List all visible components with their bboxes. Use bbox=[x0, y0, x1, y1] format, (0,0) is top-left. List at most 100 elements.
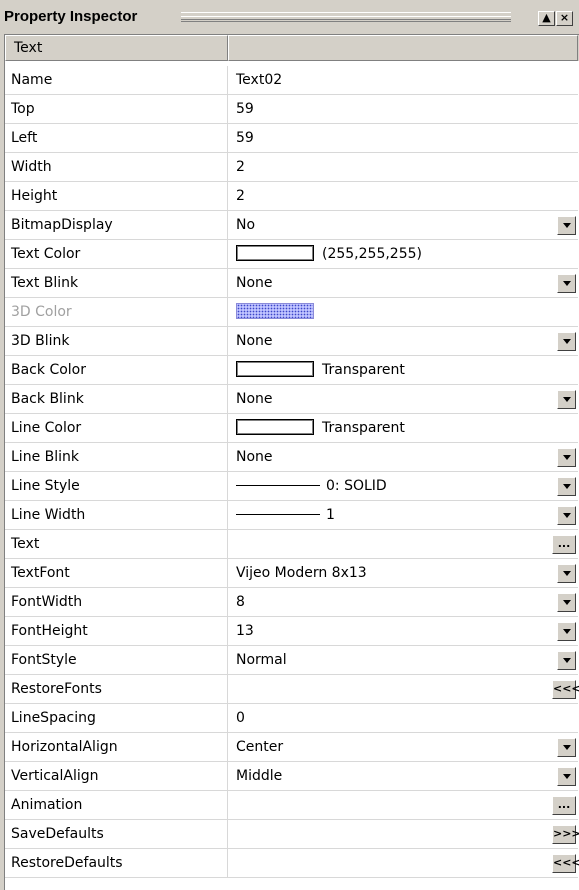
property-value-text: None bbox=[236, 391, 273, 407]
property-row[interactable]: Line Style 0: SOLID bbox=[5, 472, 578, 501]
property-row[interactable]: LineSpacing 0 bbox=[5, 704, 578, 733]
dropdown-arrow-icon[interactable] bbox=[557, 390, 576, 409]
color-swatch[interactable] bbox=[236, 419, 314, 435]
property-value[interactable]: 0: SOLID bbox=[228, 472, 578, 500]
property-row[interactable]: Name Text02 bbox=[5, 66, 578, 95]
property-row[interactable]: Line Width 1 bbox=[5, 501, 578, 530]
dropdown-arrow-icon[interactable] bbox=[557, 622, 576, 641]
dropdown-arrow-icon[interactable] bbox=[557, 477, 576, 496]
dropdown-arrow-icon[interactable] bbox=[557, 738, 576, 757]
property-name: VerticalAlign bbox=[5, 762, 228, 790]
property-value[interactable]: (255,255,255) bbox=[228, 240, 578, 268]
property-row[interactable]: Left 59 bbox=[5, 124, 578, 153]
action-button[interactable]: <<< bbox=[552, 854, 579, 873]
property-row[interactable]: RestoreFonts <<< bbox=[5, 675, 579, 704]
property-value-text: 8 bbox=[236, 594, 245, 610]
dropdown-arrow-icon[interactable] bbox=[557, 593, 576, 612]
ellipsis-button[interactable]: ... bbox=[552, 796, 576, 815]
property-row[interactable]: RestoreDefaults <<< bbox=[5, 849, 579, 878]
dropdown-arrow-icon[interactable] bbox=[557, 651, 576, 670]
property-row[interactable]: Height 2 bbox=[5, 182, 578, 211]
property-value-text: None bbox=[236, 449, 273, 465]
line-sample-icon bbox=[236, 484, 320, 486]
property-value[interactable]: 59 bbox=[228, 95, 578, 123]
property-value-text: No bbox=[236, 217, 256, 233]
property-value[interactable]: Transparent bbox=[228, 356, 578, 384]
property-row[interactable]: Width 2 bbox=[5, 153, 578, 182]
property-row[interactable]: Back Color Transparent bbox=[5, 356, 578, 385]
color-swatch[interactable] bbox=[236, 303, 314, 319]
property-row[interactable]: FontHeight 13 bbox=[5, 617, 578, 646]
property-value[interactable]: 1 bbox=[228, 501, 578, 529]
property-row[interactable]: SaveDefaults >>> bbox=[5, 820, 579, 849]
property-value[interactable]: Normal bbox=[228, 646, 578, 674]
property-value[interactable]: Text02 bbox=[228, 66, 578, 94]
dropdown-arrow-icon[interactable] bbox=[557, 448, 576, 467]
property-row[interactable]: Text Color (255,255,255) bbox=[5, 240, 578, 269]
property-row[interactable]: Animation... bbox=[5, 791, 578, 820]
property-value[interactable]: 59 bbox=[228, 124, 578, 152]
property-inspector-panel: Property Inspector ▲ × Text Name Text02 To… bbox=[0, 0, 579, 890]
dropdown-arrow-icon[interactable] bbox=[557, 767, 576, 786]
property-row[interactable]: Line Color Transparent bbox=[5, 414, 578, 443]
property-value[interactable]: None bbox=[228, 385, 578, 413]
property-name: Name bbox=[5, 66, 228, 94]
property-row[interactable]: FontWidth 8 bbox=[5, 588, 578, 617]
dropdown-arrow-icon[interactable] bbox=[557, 274, 576, 293]
property-row[interactable]: BitmapDisplay No bbox=[5, 211, 578, 240]
property-row[interactable]: 3D Blink None bbox=[5, 327, 578, 356]
dropdown-arrow-icon[interactable] bbox=[557, 564, 576, 583]
close-button[interactable]: × bbox=[556, 11, 573, 26]
property-value[interactable] bbox=[228, 298, 578, 326]
property-value[interactable]: >>> bbox=[228, 820, 579, 848]
property-value[interactable]: None bbox=[228, 327, 578, 355]
property-value[interactable]: Center bbox=[228, 733, 578, 761]
property-value[interactable]: Vijeo Modern 8x13 bbox=[228, 559, 578, 587]
restore-button[interactable]: ▲ bbox=[538, 11, 555, 26]
property-name: FontHeight bbox=[5, 617, 228, 645]
action-button[interactable]: <<< bbox=[552, 680, 579, 699]
property-value[interactable]: Middle bbox=[228, 762, 578, 790]
property-value[interactable]: 0 bbox=[228, 704, 578, 732]
property-row[interactable]: Text Blink None bbox=[5, 269, 578, 298]
property-value-text: 0: SOLID bbox=[326, 478, 387, 494]
ellipsis-button[interactable]: ... bbox=[552, 535, 576, 554]
color-swatch[interactable] bbox=[236, 361, 314, 377]
property-name: 3D Blink bbox=[5, 327, 228, 355]
property-name: Line Color bbox=[5, 414, 228, 442]
property-row[interactable]: HorizontalAlign Center bbox=[5, 733, 578, 762]
dropdown-arrow-icon[interactable] bbox=[557, 332, 576, 351]
property-row[interactable]: Line Blink None bbox=[5, 443, 578, 472]
property-row[interactable]: 3D Color bbox=[5, 298, 578, 327]
color-swatch[interactable] bbox=[236, 245, 314, 261]
property-value[interactable]: <<< bbox=[228, 849, 579, 877]
property-value[interactable]: 8 bbox=[228, 588, 578, 616]
property-value[interactable]: ... bbox=[228, 791, 578, 819]
property-row[interactable]: TextFont Vijeo Modern 8x13 bbox=[5, 559, 578, 588]
property-value[interactable]: Transparent bbox=[228, 414, 578, 442]
property-value-text: Transparent bbox=[322, 420, 405, 436]
drag-grip[interactable] bbox=[181, 12, 511, 22]
property-row[interactable]: VerticalAlign Middle bbox=[5, 762, 578, 791]
property-value[interactable]: 2 bbox=[228, 182, 578, 210]
property-value[interactable]: ... bbox=[228, 530, 578, 558]
title-bar[interactable]: Property Inspector ▲ × bbox=[0, 0, 579, 34]
property-value[interactable]: No bbox=[228, 211, 578, 239]
dropdown-arrow-icon[interactable] bbox=[557, 216, 576, 235]
property-row[interactable]: Text... bbox=[5, 530, 578, 559]
property-value[interactable]: None bbox=[228, 269, 578, 297]
property-row[interactable]: FontStyle Normal bbox=[5, 646, 578, 675]
property-name: Width bbox=[5, 153, 228, 181]
property-value[interactable]: 2 bbox=[228, 153, 578, 181]
property-value-text: 59 bbox=[236, 101, 254, 117]
close-icon: × bbox=[559, 11, 570, 24]
property-row[interactable]: Back Blink None bbox=[5, 385, 578, 414]
action-button[interactable]: >>> bbox=[552, 825, 579, 844]
property-row[interactable]: Top 59 bbox=[5, 95, 578, 124]
property-value[interactable]: <<< bbox=[228, 675, 579, 703]
dropdown-arrow-icon[interactable] bbox=[557, 506, 576, 525]
property-grid: Text Name Text02 Top 59 Left 59 Width 2 Height 2 B… bbox=[4, 34, 579, 890]
property-value[interactable]: None bbox=[228, 443, 578, 471]
property-name: Animation bbox=[5, 791, 228, 819]
property-value[interactable]: 13 bbox=[228, 617, 578, 645]
